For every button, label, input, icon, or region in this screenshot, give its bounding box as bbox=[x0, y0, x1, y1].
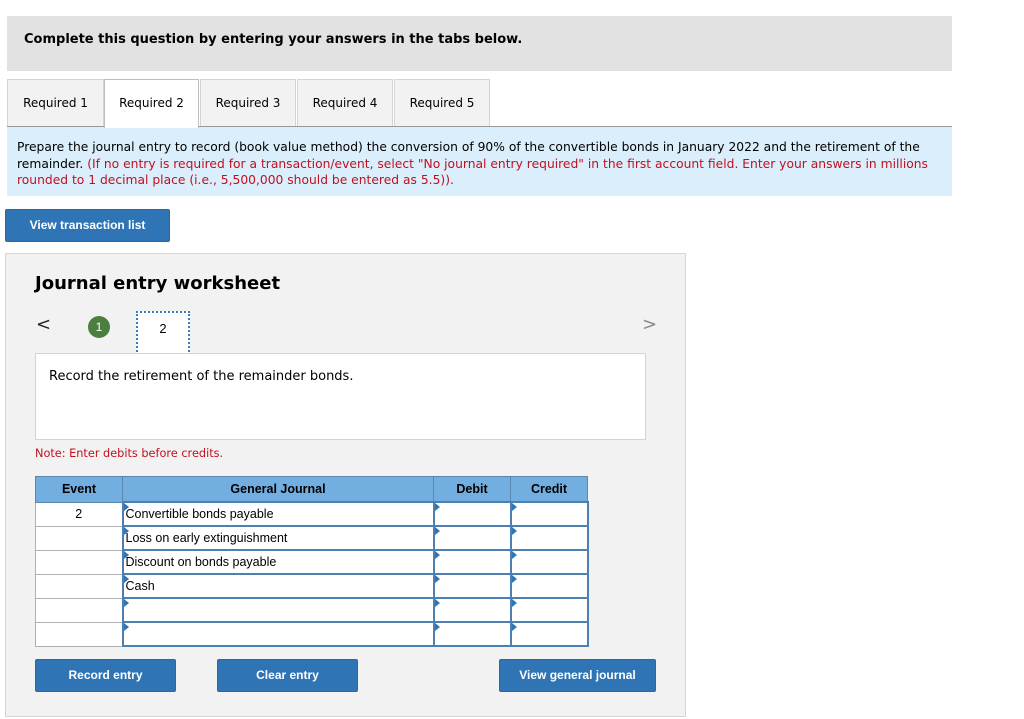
clear-entry-button[interactable]: Clear entry bbox=[217, 659, 358, 692]
general-journal-table: Event General Journal Debit Credit 2 Con… bbox=[35, 476, 589, 647]
column-header-general-journal: General Journal bbox=[122, 476, 434, 503]
instructions-panel: Prepare the journal entry to record (boo… bbox=[7, 127, 952, 196]
column-header-debit: Debit bbox=[433, 476, 511, 503]
table-header-row: Event General Journal Debit Credit bbox=[35, 476, 588, 503]
tab-required-5[interactable]: Required 5 bbox=[394, 79, 490, 126]
debit-field[interactable] bbox=[432, 525, 512, 551]
worksheet-title: Journal entry worksheet bbox=[35, 273, 281, 294]
step-2-current[interactable]: 2 bbox=[136, 311, 190, 355]
tab-required-1[interactable]: Required 1 bbox=[7, 79, 104, 126]
event-cell: 2 bbox=[35, 501, 123, 527]
instructions-warning: (If no entry is required for a transacti… bbox=[17, 156, 928, 188]
table-row: Loss on early extinguishment bbox=[35, 525, 589, 551]
event-cell bbox=[35, 597, 123, 623]
transaction-description-box: Record the retirement of the remainder b… bbox=[35, 353, 646, 440]
credit-field[interactable] bbox=[509, 549, 589, 575]
debit-field[interactable] bbox=[432, 549, 512, 575]
credit-field[interactable] bbox=[509, 597, 589, 623]
table-row: Cash bbox=[35, 573, 589, 599]
view-transaction-list-button[interactable]: View transaction list bbox=[5, 209, 170, 242]
header-instruction: Complete this question by entering your … bbox=[24, 32, 523, 47]
chevron-right-icon[interactable]: > bbox=[642, 314, 657, 335]
tab-required-3[interactable]: Required 3 bbox=[200, 79, 296, 126]
event-cell bbox=[35, 525, 123, 551]
record-entry-button[interactable]: Record entry bbox=[35, 659, 176, 692]
debit-field[interactable] bbox=[432, 501, 512, 527]
account-field[interactable]: Convertible bonds payable bbox=[121, 501, 435, 527]
credit-field[interactable] bbox=[509, 621, 589, 647]
debit-field[interactable] bbox=[432, 573, 512, 599]
account-field[interactable] bbox=[121, 621, 435, 647]
column-header-event: Event bbox=[35, 476, 123, 503]
account-field[interactable]: Discount on bonds payable bbox=[121, 549, 435, 575]
journal-entry-worksheet: Journal entry worksheet < 1 2 > Record t… bbox=[5, 253, 686, 717]
table-row: 2 Convertible bonds payable bbox=[35, 501, 589, 527]
table-row bbox=[35, 597, 589, 623]
credit-field[interactable] bbox=[509, 525, 589, 551]
table-row: Discount on bonds payable bbox=[35, 549, 589, 575]
debit-credit-note: Note: Enter debits before credits. bbox=[35, 447, 224, 460]
transaction-description: Record the retirement of the remainder b… bbox=[49, 369, 354, 384]
credit-field[interactable] bbox=[509, 501, 589, 527]
event-cell bbox=[35, 621, 123, 647]
step-1-completed[interactable]: 1 bbox=[88, 316, 110, 338]
account-field[interactable]: Loss on early extinguishment bbox=[121, 525, 435, 551]
table-row bbox=[35, 621, 589, 647]
chevron-left-icon[interactable]: < bbox=[36, 314, 51, 335]
account-field[interactable]: Cash bbox=[121, 573, 435, 599]
question-header: Complete this question by entering your … bbox=[7, 16, 952, 71]
view-general-journal-button[interactable]: View general journal bbox=[499, 659, 656, 692]
account-field[interactable] bbox=[121, 597, 435, 623]
event-cell bbox=[35, 573, 123, 599]
tab-required-2[interactable]: Required 2 bbox=[104, 79, 199, 128]
debit-field[interactable] bbox=[432, 597, 512, 623]
column-header-credit: Credit bbox=[510, 476, 588, 503]
debit-field[interactable] bbox=[432, 621, 512, 647]
credit-field[interactable] bbox=[509, 573, 589, 599]
event-cell bbox=[35, 549, 123, 575]
tab-required-4[interactable]: Required 4 bbox=[297, 79, 393, 126]
